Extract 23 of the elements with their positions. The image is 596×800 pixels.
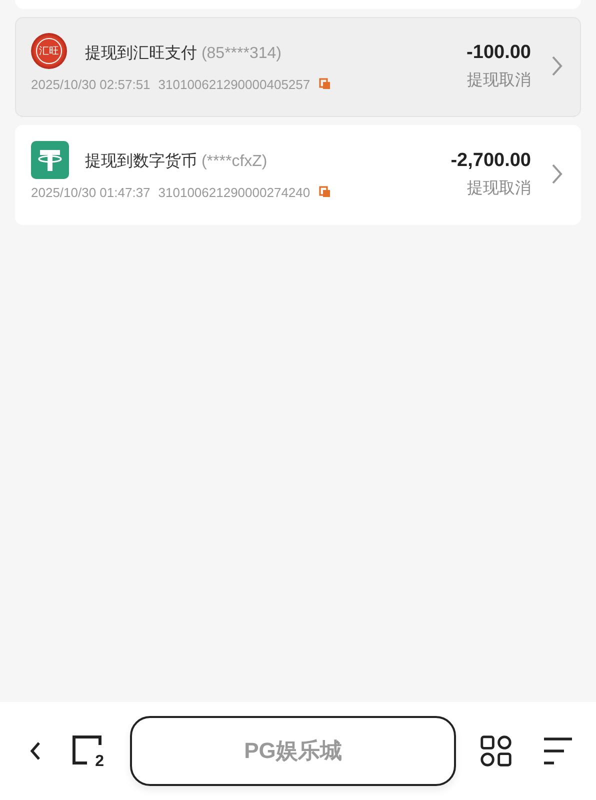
account-number: (****cfxZ) bbox=[201, 152, 268, 170]
amount: -100.00 bbox=[466, 42, 531, 64]
record-time: 2025/10/30 01:47:37 bbox=[31, 184, 150, 200]
order-number: 310100621290000274240 bbox=[158, 184, 310, 200]
record-time: 2025/10/30 02:57:51 bbox=[31, 76, 150, 92]
chevron-right-icon bbox=[551, 55, 563, 77]
status-label: 提现取消 bbox=[467, 178, 531, 198]
record-card[interactable]: 提现到数字货币 (****cfxZ) 2025/10/30 01:47:37 310100621290000274240 -2,700.00 提现取消 bbox=[15, 125, 581, 225]
logo-text: 汇旺 bbox=[36, 38, 62, 64]
amount: -2,700.00 bbox=[450, 150, 531, 172]
account-number: (85****314) bbox=[201, 44, 282, 62]
order-number: 310100621290000405257 bbox=[158, 76, 310, 92]
copy-icon[interactable] bbox=[319, 186, 332, 198]
grid-icon[interactable] bbox=[480, 735, 512, 767]
chevron-right-icon bbox=[551, 163, 563, 185]
status-label: 提现取消 bbox=[467, 70, 531, 90]
tether-logo-icon bbox=[31, 141, 69, 179]
menu-icon[interactable] bbox=[542, 735, 574, 767]
record-card[interactable]: 汇旺 提现到汇旺支付 (85****314) 2025/10/30 02:57:51 310100621290000405257 -100.00 提现取消 bbox=[15, 17, 581, 117]
record-title: 提现到数字货币 bbox=[85, 152, 197, 170]
record-title: 提现到汇旺支付 bbox=[85, 44, 197, 62]
copy-icon[interactable] bbox=[319, 78, 332, 90]
tabs-button[interactable]: 2 bbox=[72, 735, 104, 767]
